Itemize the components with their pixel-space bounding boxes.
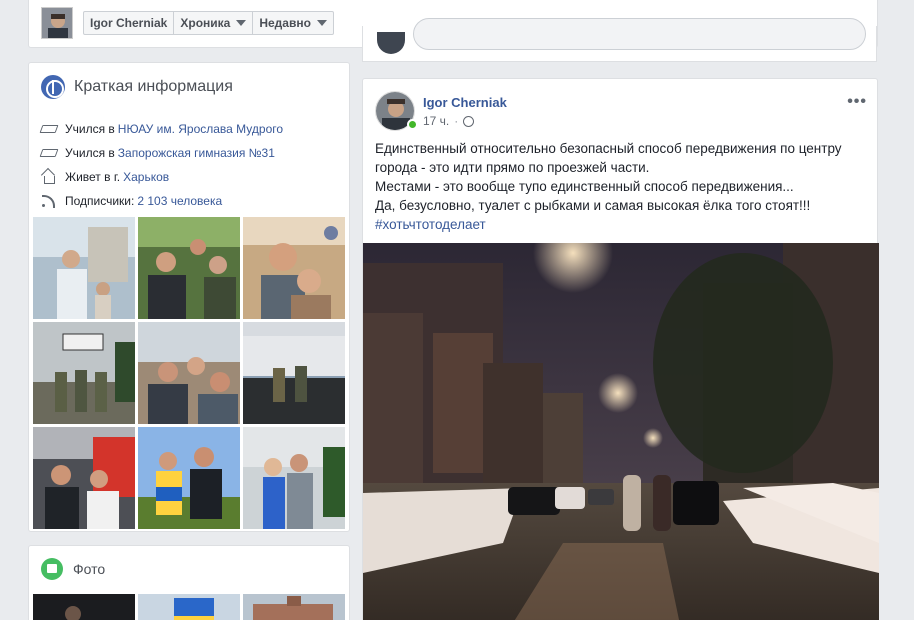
city-link[interactable]: Харьков	[123, 170, 169, 184]
intro-list: Учился в НЮАУ им. Ярослава Мудрого Училс…	[41, 117, 283, 213]
globe-icon[interactable]	[463, 115, 475, 127]
post-options-button[interactable]: •••	[847, 93, 867, 111]
breadcrumb: Igor Cherniak Хроника Недавно	[83, 11, 334, 35]
intro-title: Краткая информация	[74, 78, 233, 95]
crumb-recent[interactable]: Недавно	[253, 12, 333, 34]
feed-post: Igor Cherniak 17 ч. · ••• Единственный о…	[362, 78, 879, 620]
photos-strip	[33, 594, 345, 620]
house-icon	[41, 170, 57, 184]
post-meta: 17 ч. ·	[423, 114, 475, 128]
photo-thumbnail[interactable]	[243, 217, 345, 319]
followers-link[interactable]: 2 103 человека	[137, 194, 222, 208]
chevron-down-icon	[316, 20, 327, 26]
composer-input[interactable]	[413, 18, 866, 50]
photo-thumbnail[interactable]	[243, 427, 345, 529]
post-line: Единственный относительно безопасный спо…	[375, 141, 842, 175]
education-link-2[interactable]: Запорожская гимназия №31	[118, 146, 275, 160]
post-timestamp[interactable]: 17 ч.	[423, 114, 449, 128]
post-text: Единственный относительно безопасный спо…	[375, 139, 865, 234]
photo-grid	[33, 217, 346, 529]
photo-thumbnail[interactable]	[138, 427, 240, 529]
photo-icon	[41, 558, 63, 580]
post-line: Да, безусловно, туалет с рыбками и самая…	[375, 198, 811, 213]
chevron-down-icon	[236, 20, 247, 26]
photo-thumbnail[interactable]	[33, 594, 135, 620]
post-author-name[interactable]: Igor Cherniak	[423, 95, 507, 110]
intro-card: Краткая информация Учился в НЮАУ им. Яро…	[28, 62, 350, 532]
photo-thumbnail[interactable]	[243, 594, 345, 620]
crumb-timeline[interactable]: Хроника	[174, 12, 254, 34]
composer-avatar	[377, 32, 405, 54]
photo-thumbnail[interactable]	[33, 427, 135, 529]
intro-header: Краткая информация	[41, 75, 233, 99]
composer	[362, 18, 877, 62]
photo-thumbnail[interactable]	[138, 594, 240, 620]
graduation-cap-icon	[41, 146, 57, 160]
photos-card: Фото	[28, 545, 350, 620]
photos-header: Фото	[41, 558, 105, 580]
online-status-dot	[407, 119, 418, 130]
photo-thumbnail[interactable]	[138, 322, 240, 424]
post-line: Местами - это вообще тупо единственный с…	[375, 179, 794, 194]
globe-icon	[41, 75, 65, 99]
intro-row-education-2: Учился в Запорожская гимназия №31	[41, 141, 283, 165]
photo-thumbnail[interactable]	[33, 217, 135, 319]
photo-thumbnail[interactable]	[243, 322, 345, 424]
intro-row-education-1: Учился в НЮАУ им. Ярослава Мудрого	[41, 117, 283, 141]
separator-dot: ·	[454, 114, 459, 128]
photo-thumbnail[interactable]	[138, 217, 240, 319]
photo-thumbnail[interactable]	[33, 322, 135, 424]
intro-row-city: Живет в г. Харьков	[41, 165, 283, 189]
rss-icon	[41, 194, 57, 208]
post-photo[interactable]	[363, 243, 879, 620]
post-hashtag[interactable]: #хотьчтотоделает	[375, 215, 865, 234]
intro-row-followers: Подписчики: 2 103 человека	[41, 189, 283, 213]
crumb-profile-name[interactable]: Igor Cherniak	[84, 12, 175, 34]
education-link-1[interactable]: НЮАУ им. Ярослава Мудрого	[118, 122, 283, 136]
profile-avatar-small[interactable]	[41, 7, 73, 39]
graduation-cap-icon	[41, 122, 57, 136]
photos-title[interactable]: Фото	[73, 561, 105, 577]
